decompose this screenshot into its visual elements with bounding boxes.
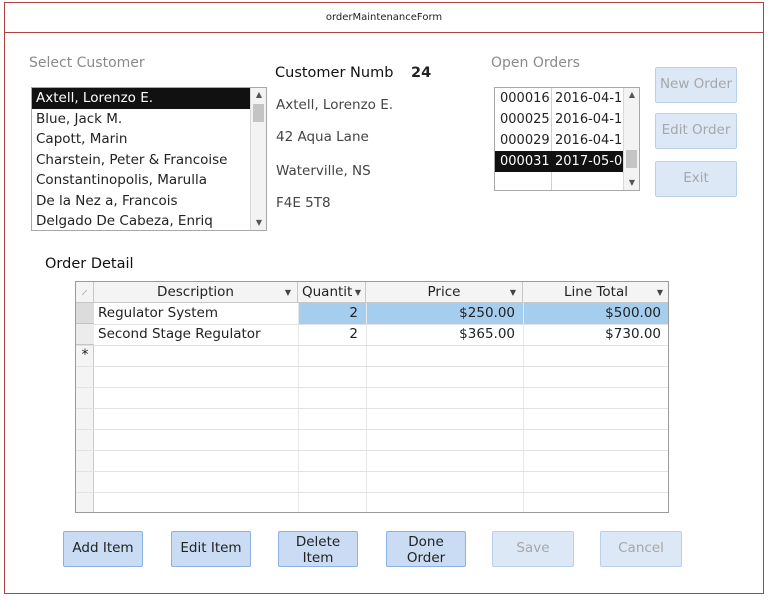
order-date: 2016-04-1 — [555, 91, 623, 106]
customer-postal-code: F4E 5T8 — [276, 195, 331, 211]
cell-price[interactable]: $250.00 — [367, 303, 523, 324]
order-id: 000025 — [500, 112, 550, 127]
exit-button[interactable]: Exit — [655, 161, 737, 197]
order-date: 2016-04-1 — [555, 112, 623, 127]
cell-description[interactable]: Second Stage Regulator — [94, 324, 298, 345]
grid-line — [76, 408, 668, 409]
customer-list-item[interactable]: Blue, Jack M. — [32, 109, 250, 130]
column-header-label: Quantit — [302, 284, 353, 300]
order-date: 2016-04-1 — [555, 133, 623, 148]
order-id: 000031 — [500, 154, 550, 169]
customer-address: 42 Aqua Lane — [276, 129, 369, 145]
grid-header: Description ▼ Quantit ▼ Price ▼ Line Tot… — [76, 282, 668, 303]
order-detail-label: Order Detail — [45, 256, 134, 272]
order-list-item[interactable]: 000025 2016-04-1 — [495, 109, 639, 130]
order-maintenance-window: orderMaintenanceForm Select Customer Axt… — [4, 2, 764, 594]
scroll-down-icon[interactable]: ▼ — [624, 176, 639, 190]
customer-list-item[interactable]: Capott, Marin — [32, 129, 250, 150]
new-order-button[interactable]: New Order — [655, 67, 737, 103]
column-header-label: Price — [427, 284, 461, 300]
dropdown-arrow-icon[interactable]: ▼ — [657, 282, 663, 303]
customer-list-item[interactable]: Axtell, Lorenzo E. — [32, 88, 250, 109]
order-id: 000016 — [500, 91, 550, 106]
column-header-line-total[interactable]: Line Total ▼ — [523, 282, 668, 303]
scroll-up-icon[interactable]: ▲ — [251, 88, 266, 102]
grid-line — [76, 492, 668, 493]
cell-quantity[interactable]: 2 — [299, 324, 366, 345]
order-id: 000029 — [500, 133, 550, 148]
open-orders-listbox[interactable]: 000016 2016-04-1 000025 2016-04-1 000029… — [494, 87, 640, 191]
record-selector[interactable] — [76, 303, 94, 324]
scroll-up-icon[interactable]: ▲ — [624, 88, 639, 102]
grid-line — [76, 387, 668, 388]
cell-line-total[interactable]: $500.00 — [524, 303, 668, 324]
grid-line — [76, 345, 668, 346]
window-title: orderMaintenanceForm — [5, 3, 763, 33]
orders-scrollbar[interactable]: ▲ ▼ — [623, 88, 639, 190]
cell-price[interactable]: $365.00 — [367, 324, 523, 345]
order-detail-grid[interactable]: Description ▼ Quantit ▼ Price ▼ Line Tot… — [75, 281, 669, 513]
dropdown-arrow-icon[interactable]: ▼ — [355, 282, 361, 303]
customer-listbox[interactable]: Axtell, Lorenzo E. Blue, Jack M. Capott,… — [31, 87, 267, 231]
customer-list-item[interactable]: Charstein, Peter & Francoise — [32, 150, 250, 171]
new-record-icon[interactable]: * — [76, 345, 94, 366]
customer-list-scrollbar[interactable]: ▲ ▼ — [250, 88, 266, 230]
add-item-button[interactable]: Add Item — [63, 531, 143, 567]
record-selector[interactable] — [76, 324, 94, 345]
scroll-thumb[interactable] — [253, 104, 264, 122]
cancel-button[interactable]: Cancel — [600, 531, 682, 567]
column-header-price[interactable]: Price ▼ — [366, 282, 523, 303]
scroll-thumb[interactable] — [626, 150, 637, 168]
dropdown-arrow-icon[interactable]: ▼ — [285, 282, 291, 303]
done-order-button[interactable]: Done Order — [386, 531, 466, 567]
customer-list-item[interactable]: Delgado De Cabeza, Enriq — [32, 211, 250, 230]
customer-number-value: 24 — [411, 65, 432, 81]
column-header-description[interactable]: Description ▼ — [94, 282, 298, 303]
scroll-down-icon[interactable]: ▼ — [251, 216, 266, 230]
order-list-item[interactable]: 000029 2016-04-1 — [495, 130, 639, 151]
cell-line-total[interactable]: $730.00 — [524, 324, 668, 345]
save-button[interactable]: Save — [492, 531, 574, 567]
customer-number-label: Customer Numb — [275, 65, 394, 81]
grid-line — [76, 366, 668, 367]
customer-city: Waterville, NS — [276, 163, 371, 179]
customer-list-item[interactable]: De la Nez a, Francois — [32, 191, 250, 212]
select-all-corner[interactable] — [76, 282, 94, 303]
grid-line — [76, 429, 668, 430]
edit-item-button[interactable]: Edit Item — [171, 531, 251, 567]
customer-list-item[interactable]: Constantinopolis, Marulla — [32, 170, 250, 191]
grid-line — [76, 471, 668, 472]
cell-description[interactable]: Regulator System — [94, 303, 298, 324]
column-header-label: Line Total — [564, 284, 628, 300]
order-list-item[interactable]: 000016 2016-04-1 — [495, 88, 639, 109]
dropdown-arrow-icon[interactable]: ▼ — [510, 282, 516, 303]
customer-name: Axtell, Lorenzo E. — [276, 97, 394, 113]
cell-quantity[interactable]: 2 — [299, 303, 366, 324]
delete-item-button[interactable]: Delete Item — [278, 531, 358, 567]
open-orders-label: Open Orders — [491, 55, 580, 71]
column-header-quantity[interactable]: Quantit ▼ — [298, 282, 366, 303]
order-list-item[interactable]: 000031 2017-05-0 — [495, 151, 623, 172]
grid-line — [76, 450, 668, 451]
select-customer-label: Select Customer — [29, 55, 145, 71]
order-date: 2017-05-0 — [555, 154, 623, 169]
column-header-label: Description — [157, 284, 234, 300]
edit-order-button[interactable]: Edit Order — [655, 113, 737, 149]
